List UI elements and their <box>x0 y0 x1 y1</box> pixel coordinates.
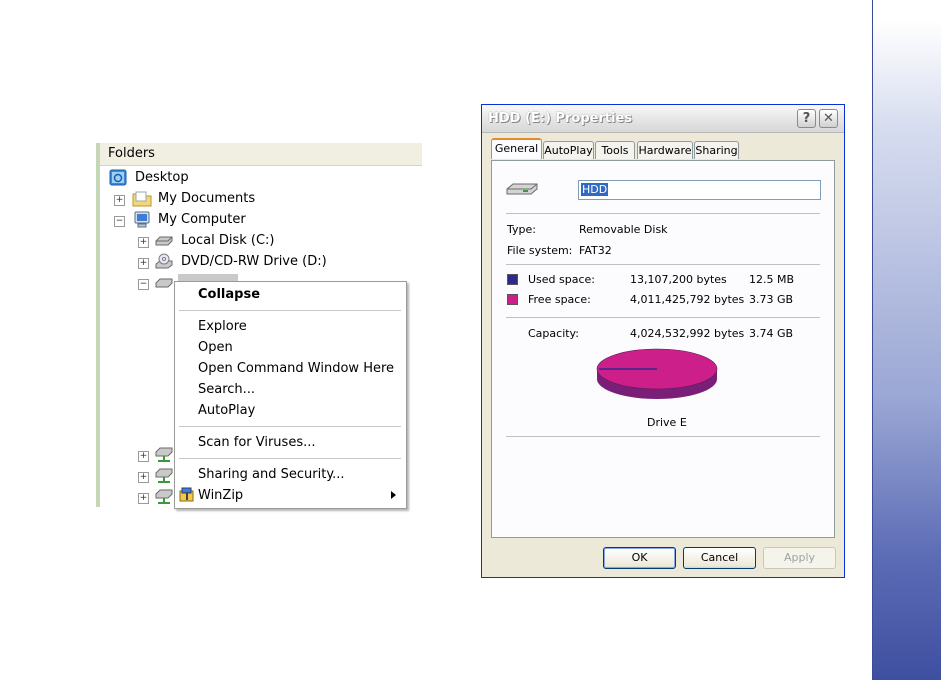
folder-icon <box>132 191 152 207</box>
menu-item-search[interactable]: Search... <box>198 382 255 397</box>
tree-item-label: Local Disk (C:) <box>181 233 275 248</box>
tree-item-desktop[interactable]: Desktop <box>108 168 408 189</box>
submenu-arrow-icon <box>391 491 396 499</box>
free-space-bytes: 4,011,425,792 bytes <box>630 293 745 306</box>
used-space-size: 12.5 MB <box>749 273 795 286</box>
dialog-titlebar[interactable]: HDD (E:) Properties ? ✕ <box>482 105 844 133</box>
tree-item-label: Desktop <box>135 170 189 185</box>
capacity-label: Capacity: <box>528 327 579 340</box>
menu-item-open-command-window[interactable]: Open Command Window Here <box>198 361 394 376</box>
capacity-size: 3.74 GB <box>749 327 794 340</box>
menu-item-scan-viruses[interactable]: Scan for Viruses... <box>198 435 316 450</box>
winzip-icon <box>179 487 194 502</box>
network-drive-icon <box>155 447 173 462</box>
divider <box>506 213 820 214</box>
drive-icon <box>506 183 538 195</box>
menu-item-winzip[interactable]: WinZip <box>198 488 243 503</box>
drive-icon <box>155 236 173 246</box>
tab-tools[interactable]: Tools <box>595 141 635 159</box>
dialog-title: HDD (E:) Properties <box>488 111 633 126</box>
tree-item-local-disk[interactable]: + Local Disk (C:) <box>138 231 408 252</box>
tree-item-dvd-drive[interactable]: + DVD/CD-RW Drive (D:) <box>138 252 408 273</box>
expand-icon[interactable]: + <box>138 237 149 248</box>
free-space-swatch <box>507 294 518 305</box>
filesystem-label: File system: <box>507 244 573 257</box>
menu-separator <box>179 426 401 427</box>
tree-item-label: DVD/CD-RW Drive (D:) <box>181 254 327 269</box>
close-button[interactable]: ✕ <box>819 109 838 128</box>
cd-drive-icon <box>155 253 173 269</box>
type-value: Removable Disk <box>579 223 668 236</box>
capacity-bytes: 4,024,532,992 bytes <box>630 327 745 340</box>
apply-button[interactable]: Apply <box>763 547 836 569</box>
tree-item-my-documents[interactable]: + My Documents <box>114 189 404 210</box>
used-space-swatch <box>507 274 518 285</box>
network-drive-icon <box>155 468 173 483</box>
network-drive-icon <box>155 489 173 504</box>
collapse-icon[interactable]: − <box>114 216 125 227</box>
expand-icon[interactable]: + <box>138 258 149 269</box>
drive-label: Drive E <box>647 416 687 429</box>
tree-item-my-computer[interactable]: − My Computer <box>114 210 404 231</box>
type-label: Type: <box>507 223 536 236</box>
tab-sharing[interactable]: Sharing <box>694 141 739 159</box>
page-sidebar-decoration <box>872 0 941 680</box>
expand-icon[interactable]: + <box>138 472 149 483</box>
computer-icon <box>134 211 150 228</box>
divider <box>506 436 820 437</box>
filesystem-value: FAT32 <box>579 244 612 257</box>
drive-name-value: HDD <box>581 183 609 196</box>
menu-separator <box>179 310 401 311</box>
free-space-size: 3.73 GB <box>749 293 794 306</box>
tab-general[interactable]: General <box>491 138 542 159</box>
divider <box>506 264 820 265</box>
menu-separator <box>179 458 401 459</box>
folders-header-label: Folders <box>108 146 155 161</box>
menu-item-autoplay[interactable]: AutoPlay <box>198 403 255 418</box>
tab-hardware[interactable]: Hardware <box>637 141 693 159</box>
menu-item-open[interactable]: Open <box>198 340 233 355</box>
tree-item-label: My Documents <box>158 191 256 206</box>
free-space-label: Free space: <box>528 293 591 306</box>
expand-icon[interactable]: + <box>138 493 149 504</box>
cancel-button[interactable]: Cancel <box>683 547 756 569</box>
tab-autoplay[interactable]: AutoPlay <box>543 141 594 159</box>
menu-item-explore[interactable]: Explore <box>198 319 247 334</box>
menu-item-sharing-security[interactable]: Sharing and Security... <box>198 467 345 482</box>
collapse-icon[interactable]: − <box>138 279 149 290</box>
drive-name-input[interactable]: HDD <box>578 180 821 200</box>
ok-button[interactable]: OK <box>603 547 676 569</box>
folders-header: Folders <box>100 143 422 166</box>
menu-item-collapse[interactable]: Collapse <box>198 287 260 302</box>
help-button[interactable]: ? <box>797 109 816 128</box>
general-tab-panel: HDD Type: Removable Disk File system: FA… <box>491 160 835 538</box>
tree-item-label: My Computer <box>158 212 246 227</box>
divider <box>506 317 820 318</box>
used-space-bytes: 13,107,200 bytes <box>630 273 727 286</box>
expand-icon[interactable]: + <box>138 451 149 462</box>
properties-dialog: HDD (E:) Properties ? ✕ General AutoPlay… <box>481 104 845 578</box>
drive-icon <box>155 278 173 288</box>
disk-usage-pie <box>596 348 718 399</box>
context-menu: Collapse Explore Open Open Command Windo… <box>174 281 407 509</box>
used-space-label: Used space: <box>528 273 596 286</box>
desktop-icon <box>109 169 127 186</box>
expand-icon[interactable]: + <box>114 195 125 206</box>
